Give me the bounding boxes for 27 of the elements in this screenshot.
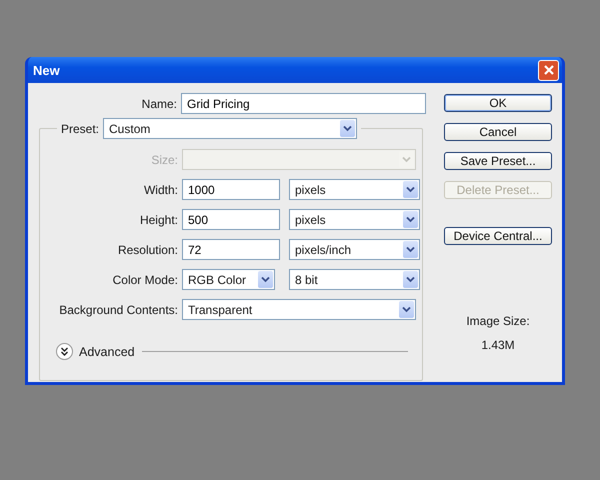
unit-dropdown[interactable]: pixels [289, 179, 420, 200]
window-title: New [33, 62, 60, 78]
field-label: Preset: [61, 122, 100, 136]
dialog-button[interactable]: Save Preset... [444, 152, 552, 170]
number-field[interactable]: 500 [182, 209, 280, 230]
field-label: Background Contents: [58, 302, 178, 316]
dialog-button[interactable]: Cancel [444, 123, 552, 141]
name-field[interactable]: Grid Pricing [181, 93, 426, 114]
field-label: Color Mode: [112, 272, 178, 286]
mode-dropdown[interactable]: RGB Color [182, 269, 275, 290]
image-size-label: Image Size: [465, 314, 531, 328]
unit-dropdown[interactable]: pixels [289, 209, 420, 230]
field-label: Resolution: [116, 242, 178, 256]
dialog-button[interactable]: Device Central... [444, 227, 552, 245]
number-field[interactable]: 1000 [182, 179, 280, 200]
field-label: Width: [142, 182, 178, 196]
image-size-value: 1.43M [480, 338, 516, 352]
dialog-button[interactable]: OK [444, 94, 552, 112]
field-label: Size: [150, 152, 178, 166]
advanced-label: Advanced [79, 344, 135, 358]
dropdown[interactable]: Transparent [182, 299, 416, 320]
number-field[interactable]: 72 [182, 239, 280, 260]
depth-dropdown[interactable]: 8 bit [289, 269, 420, 290]
field-label: Name: [140, 96, 177, 110]
unit-dropdown[interactable]: pixels/inch [289, 239, 420, 260]
preset-dropdown[interactable]: Custom [103, 118, 358, 139]
field-label: Height: [138, 212, 178, 226]
